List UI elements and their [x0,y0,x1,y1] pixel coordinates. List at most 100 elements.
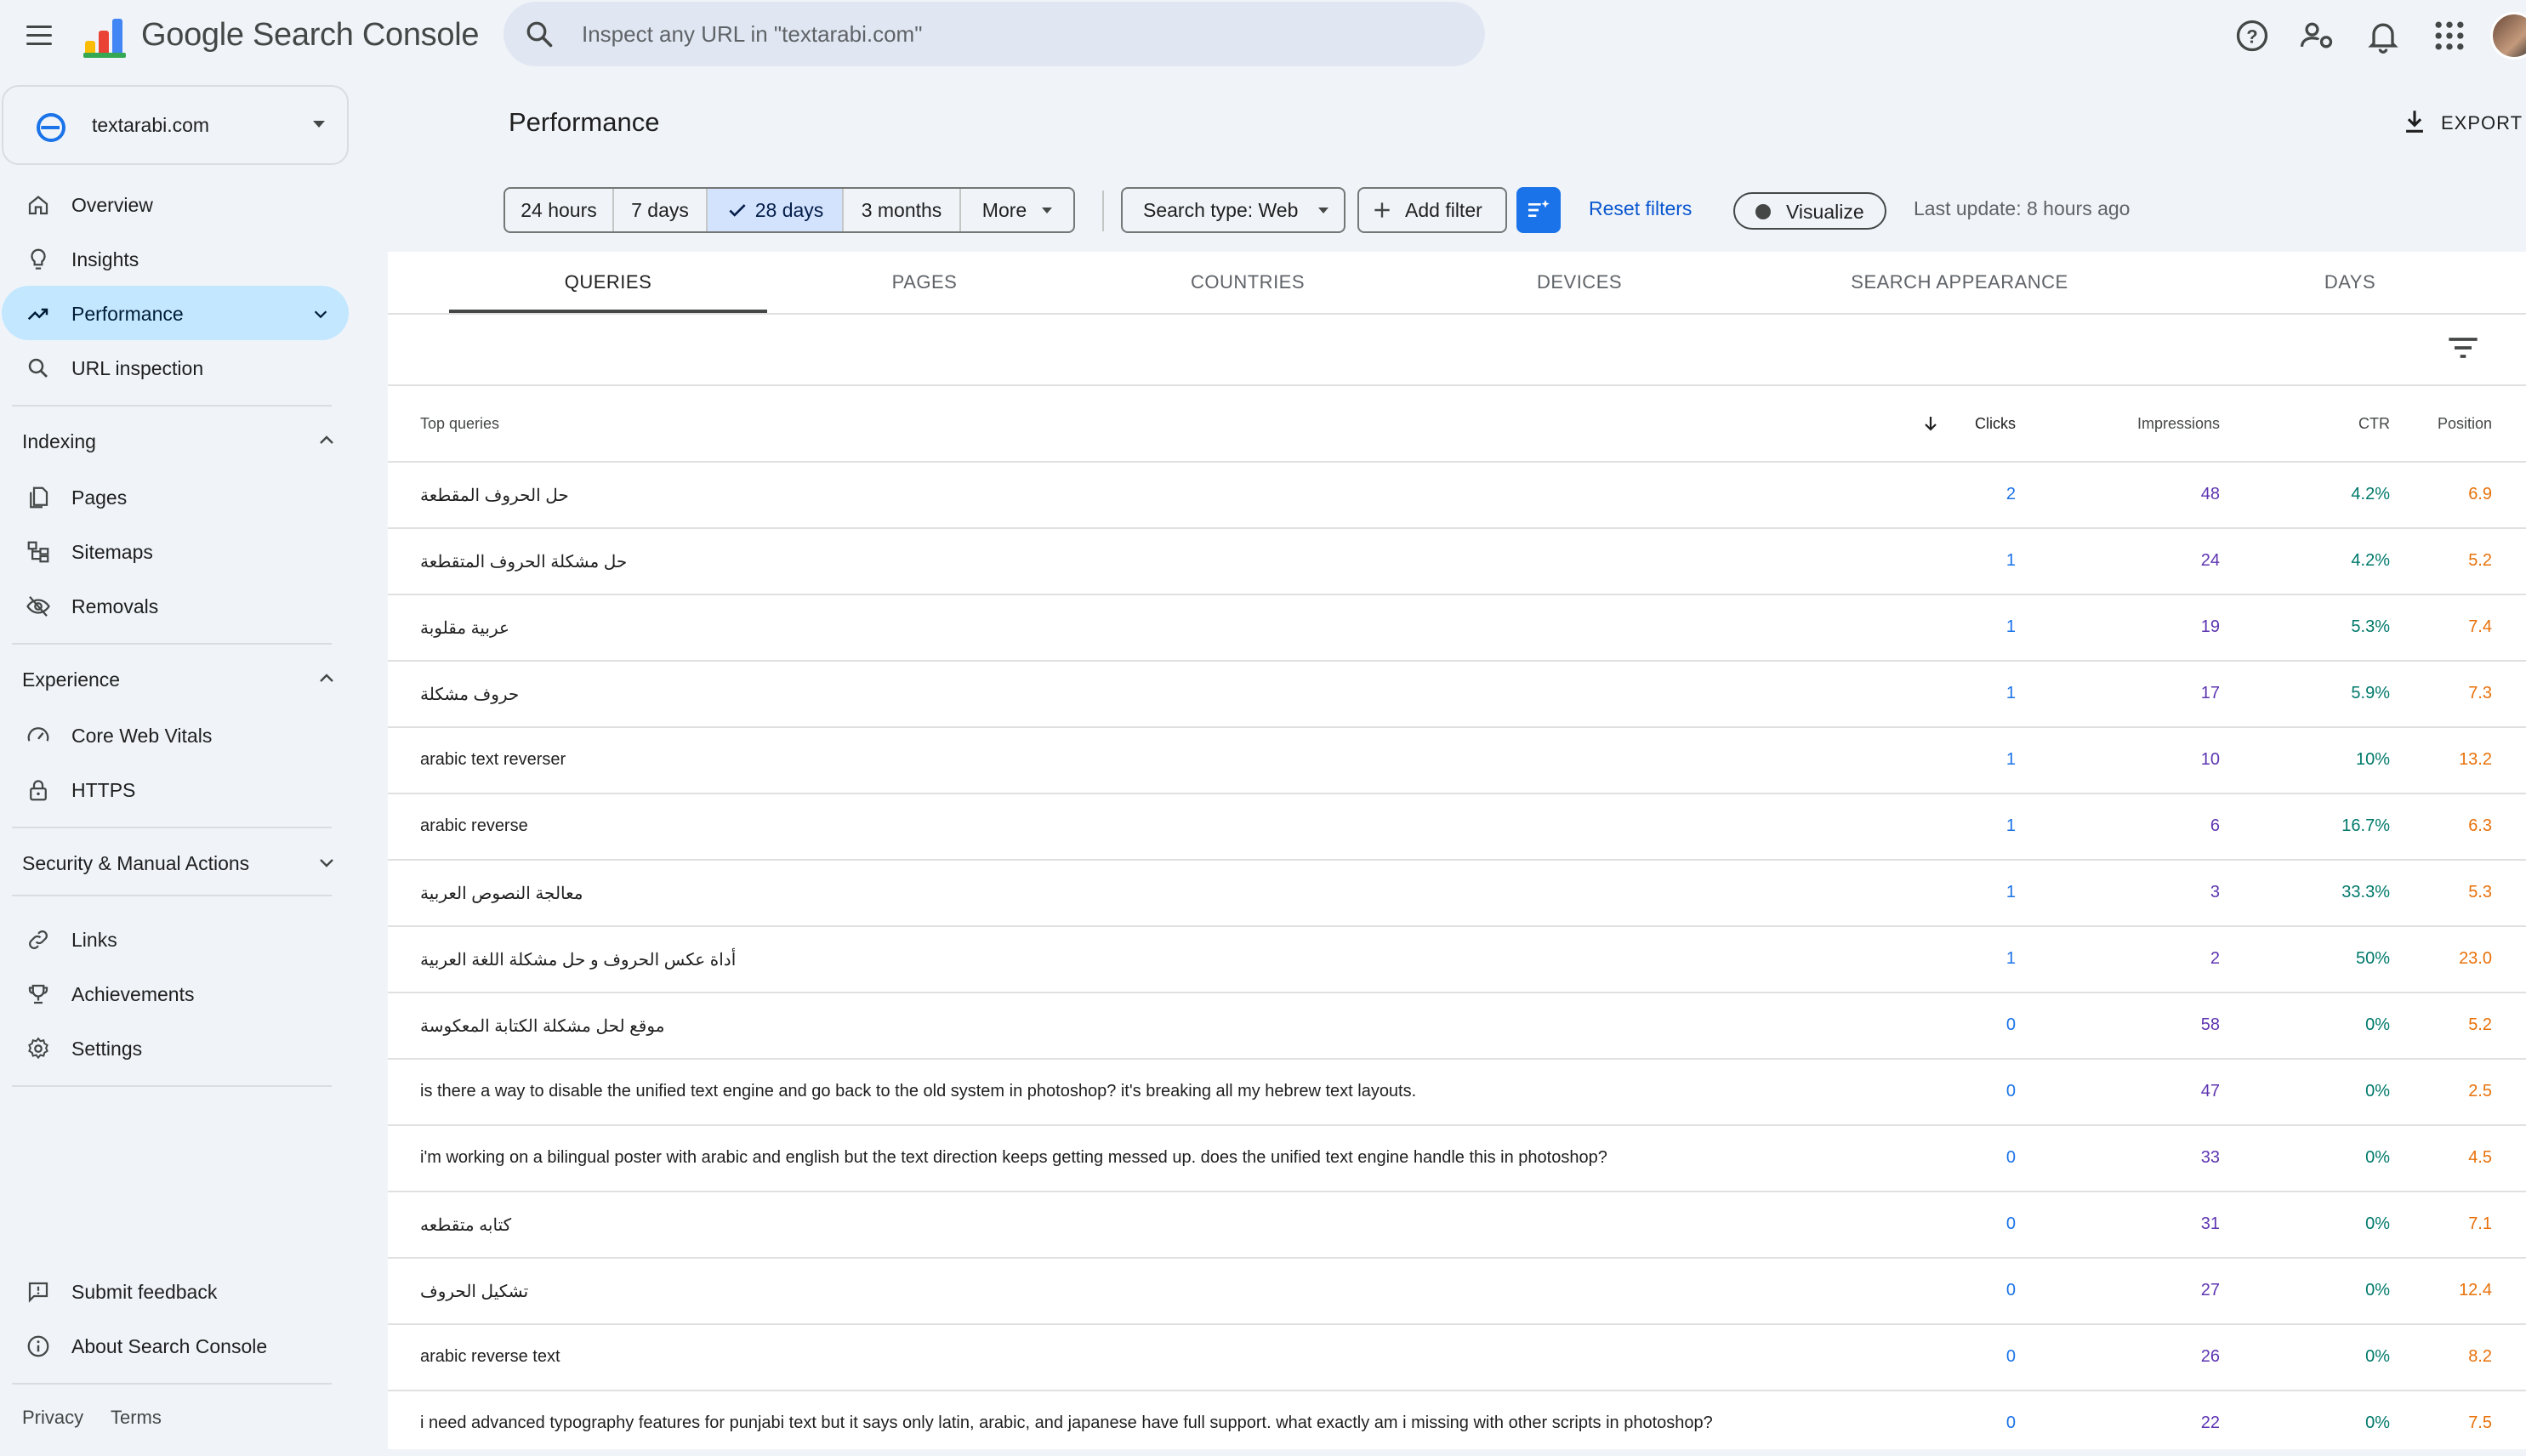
table-row[interactable]: حل الحروف المقطعة 2 48 4.2% 6.9 [388,461,2526,527]
terms-link[interactable]: Terms [111,1407,162,1429]
search-type-dropdown[interactable]: Search type: Web [1121,187,1345,233]
table-row[interactable]: أداة عكس الحروف و حل مشكلة اللغة العربية… [388,925,2526,992]
clicks-cell: 0 [2005,1148,2016,1167]
query-cell: i'm working on a bilingual poster with a… [420,1148,1607,1167]
nav-links[interactable]: Links [2,912,349,966]
clicks-cell: 1 [2005,750,2016,769]
tab-search-appearance[interactable]: SEARCH APPEARANCE [1745,252,2174,313]
visualize-button[interactable]: Visualize [1733,192,1886,230]
table-row[interactable]: arabic text reverser 1 10 10% 13.2 [388,726,2526,793]
impressions-cell: 10 [2200,750,2220,769]
section-indexing-heading[interactable]: Indexing [22,430,96,453]
table-row[interactable]: i need advanced typography features for … [388,1390,2526,1456]
notifications-bell-icon[interactable] [2364,17,2402,54]
table-top-divider [388,384,2526,386]
nav-overview[interactable]: Overview [2,177,349,231]
section-experience-heading[interactable]: Experience [22,668,120,691]
range-28-days[interactable]: 28 days [708,189,844,231]
range-more-dropdown[interactable]: More [961,189,1073,231]
chevron-up-icon[interactable] [316,430,337,451]
table-row[interactable]: حروف مشكلة 1 17 5.9% 7.3 [388,660,2526,726]
nav-label: HTTPS [71,779,136,801]
help-icon[interactable]: ? [2233,17,2271,54]
nav-about-search-console[interactable]: About Search Console [2,1318,349,1373]
account-avatar[interactable] [2490,12,2526,60]
nav-label: Pages [71,486,128,509]
table-row[interactable]: عربية مقلوبة 1 19 5.3% 7.4 [388,594,2526,660]
tab-queries[interactable]: QUERIES [449,252,767,313]
table-row[interactable]: is there a way to disable the unified te… [388,1058,2526,1124]
property-selector[interactable]: textarabi.com [2,85,349,165]
table-row[interactable]: موقع لحل مشكلة الكتابة المعكوسة 0 58 0% 5.2 [388,992,2526,1058]
tab-divider [388,313,2526,315]
position-cell: 5.2 [2468,1015,2492,1034]
impressions-cell: 58 [2200,1015,2220,1034]
clicks-cell: 1 [2005,551,2016,570]
filter-rows-icon[interactable] [2446,335,2480,361]
impressions-cell: 6 [2210,816,2220,835]
add-filter-button[interactable]: Add filter [1357,187,1507,233]
apps-grid-icon[interactable] [2431,17,2468,54]
impressions-cell: 33 [2200,1148,2220,1167]
search-input[interactable] [580,14,1431,54]
sidebar-divider [12,643,332,645]
impressions-cell: 31 [2200,1214,2220,1233]
table-row[interactable]: i'm working on a bilingual poster with a… [388,1124,2526,1191]
reset-filters-link[interactable]: Reset filters [1589,197,1692,220]
query-cell: معالجة النصوص العربية [420,884,583,903]
clicks-cell: 1 [2005,684,2016,702]
query-cell: is there a way to disable the unified te… [420,1082,1417,1101]
nav-pages[interactable]: Pages [2,469,349,524]
clicks-cell: 0 [2005,1281,2016,1300]
visualize-icon [1755,204,1771,219]
export-button[interactable]: EXPORT [2400,105,2526,139]
tab-countries[interactable]: COUNTRIES [1082,252,1414,313]
sitemap-icon [27,541,49,563]
column-header-position[interactable]: Position [2364,415,2492,433]
query-cell: موقع لحل مشكلة الكتابة المعكوسة [420,1017,665,1036]
main-menu-button[interactable] [20,19,58,53]
table-row[interactable]: arabic reverse 1 6 16.7% 6.3 [388,793,2526,859]
date-range-selector[interactable]: 24 hours 7 days 28 days 3 months More [503,187,1075,233]
search-icon [526,21,553,48]
tab-devices[interactable]: DEVICES [1414,252,1745,313]
range-3-months[interactable]: 3 months [844,189,961,231]
query-cell: كتابه متقطعه [420,1216,512,1235]
nav-label: Settings [71,1038,143,1060]
range-7-days[interactable]: 7 days [614,189,708,231]
filter-toggle-button[interactable] [1516,187,1561,233]
nav-removals[interactable]: Removals [2,578,349,633]
table-row[interactable]: arabic reverse text 0 26 0% 8.2 [388,1323,2526,1390]
privacy-link[interactable]: Privacy [22,1407,83,1429]
nav-submit-feedback[interactable]: Submit feedback [2,1264,349,1318]
url-inspection-search[interactable] [503,2,1485,66]
nav-label: URL inspection [71,357,204,379]
table-row[interactable]: كتابه متقطعه 0 31 0% 7.1 [388,1191,2526,1257]
check-icon [729,204,746,217]
nav-https[interactable]: HTTPS [2,762,349,816]
query-cell: arabic reverse text [420,1347,560,1366]
nav-sitemaps[interactable]: Sitemaps [2,524,349,578]
nav-label: Achievements [71,983,195,1005]
position-cell: 13.2 [2459,750,2492,769]
column-header-impressions[interactable]: Impressions [2050,415,2220,433]
range-24-hours[interactable]: 24 hours [505,189,614,231]
nav-performance[interactable]: Performance [2,286,349,340]
chevron-down-icon[interactable] [316,852,337,873]
column-header-clicks[interactable]: Clicks [1888,415,2016,433]
nav-core-web-vitals[interactable]: Core Web Vitals [2,708,349,762]
nav-url-inspection[interactable]: URL inspection [2,340,349,395]
tab-pages[interactable]: PAGES [767,252,1082,313]
table-row[interactable]: حل مشكلة الحروف المتقطعة 1 24 4.2% 5.2 [388,527,2526,594]
table-row[interactable]: معالجة النصوص العربية 1 3 33.3% 5.3 [388,859,2526,925]
nav-settings[interactable]: Settings [2,1021,349,1075]
info-icon [27,1335,49,1357]
nav-label: About Search Console [71,1335,268,1357]
manage-users-icon[interactable] [2298,17,2335,54]
chevron-up-icon[interactable] [316,668,337,689]
nav-achievements[interactable]: Achievements [2,966,349,1021]
tab-days[interactable]: DAYS [2174,252,2526,313]
section-security-heading[interactable]: Security & Manual Actions [22,852,249,875]
table-row[interactable]: تشكيل الحروف 0 27 0% 12.4 [388,1257,2526,1323]
nav-insights[interactable]: Insights [2,231,349,286]
